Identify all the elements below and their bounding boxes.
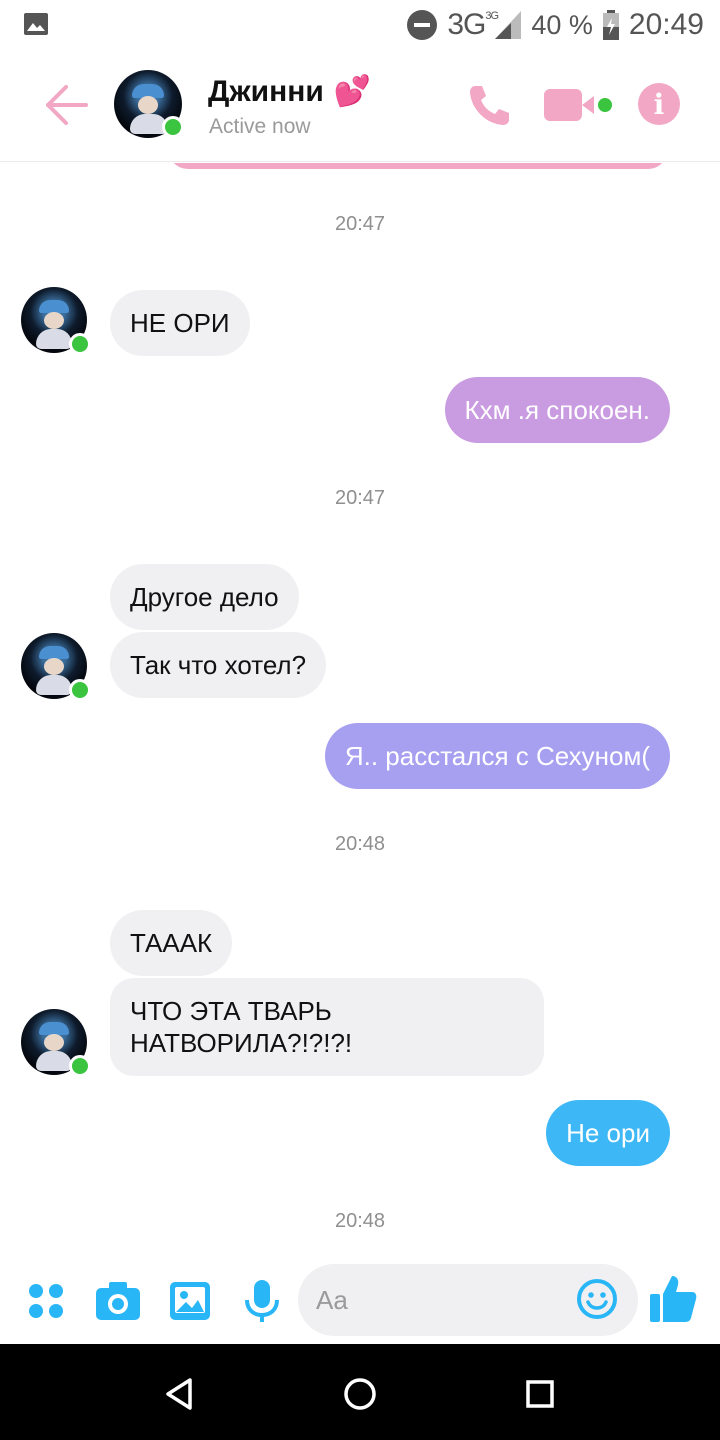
like-thumbs-up-icon[interactable] [648,1272,698,1324]
do-not-disturb-icon [407,10,438,40]
recents-square-icon[interactable] [520,1374,560,1414]
status-icons: 3G 3G 40 % 20:49 [407,6,704,44]
message-input[interactable] [316,1278,556,1322]
system-navigation-bar [0,1344,720,1440]
status-bar: 3G 3G 40 % 20:49 [0,0,720,50]
contact-name[interactable]: Джинни 💕 [208,74,371,109]
message-list[interactable]: 20:47 НЕ ОРИ Кхм .я спокоен. 20:47 Друго… [0,163,720,1260]
image-notification-icon [24,13,48,35]
incoming-message[interactable]: ТАААК [110,910,233,976]
online-indicator [69,333,91,355]
contact-status: Active now [209,115,311,138]
timestamp: 20:47 [334,213,386,235]
online-indicator [162,116,184,138]
network-type: 3G 3G [447,8,499,41]
phone-call-icon[interactable] [466,82,512,128]
timestamp: 20:48 [334,1210,386,1232]
previous-message-bubble [168,163,668,169]
incoming-message[interactable]: НЕ ОРИ [110,290,250,356]
timestamp: 20:48 [334,833,386,855]
online-indicator [69,679,91,701]
heart-emoji: 💕 [333,75,372,108]
outgoing-message[interactable]: Кхм .я спокоен. [444,377,670,443]
back-arrow-icon[interactable] [42,82,92,128]
battery-percent: 40 % [531,9,593,40]
incoming-message[interactable]: ЧТО ЭТА ТВАРЬ НАТВОРИЛА?!?!?! [110,978,544,1076]
conversation-header: Джинни 💕 Active now i [0,50,720,162]
back-triangle-icon[interactable] [160,1374,200,1414]
outgoing-message[interactable]: Я.. расстался с Сехуном( [324,723,670,789]
sender-avatar[interactable] [21,1009,91,1077]
home-circle-icon[interactable] [340,1374,380,1414]
emoji-icon[interactable] [576,1278,618,1320]
apps-icon[interactable] [22,1278,70,1324]
message-composer [0,1260,720,1344]
camera-icon[interactable] [94,1278,142,1324]
info-icon[interactable]: i [638,83,680,125]
contact-avatar[interactable] [114,70,184,138]
gallery-icon[interactable] [166,1278,214,1324]
timestamp: 20:47 [334,487,386,509]
microphone-icon[interactable] [238,1278,286,1324]
video-call-icon[interactable] [544,86,614,124]
clock: 20:49 [628,8,704,41]
sender-avatar[interactable] [21,633,91,701]
signal-icon [495,11,522,39]
online-indicator [69,1055,91,1077]
battery-icon [602,10,619,40]
outgoing-message[interactable]: Не ори [546,1100,670,1166]
incoming-message[interactable]: Другое дело [110,564,299,630]
message-input-box[interactable] [298,1264,638,1336]
incoming-message[interactable]: Так что хотел? [110,632,327,698]
sender-avatar[interactable] [21,287,91,355]
